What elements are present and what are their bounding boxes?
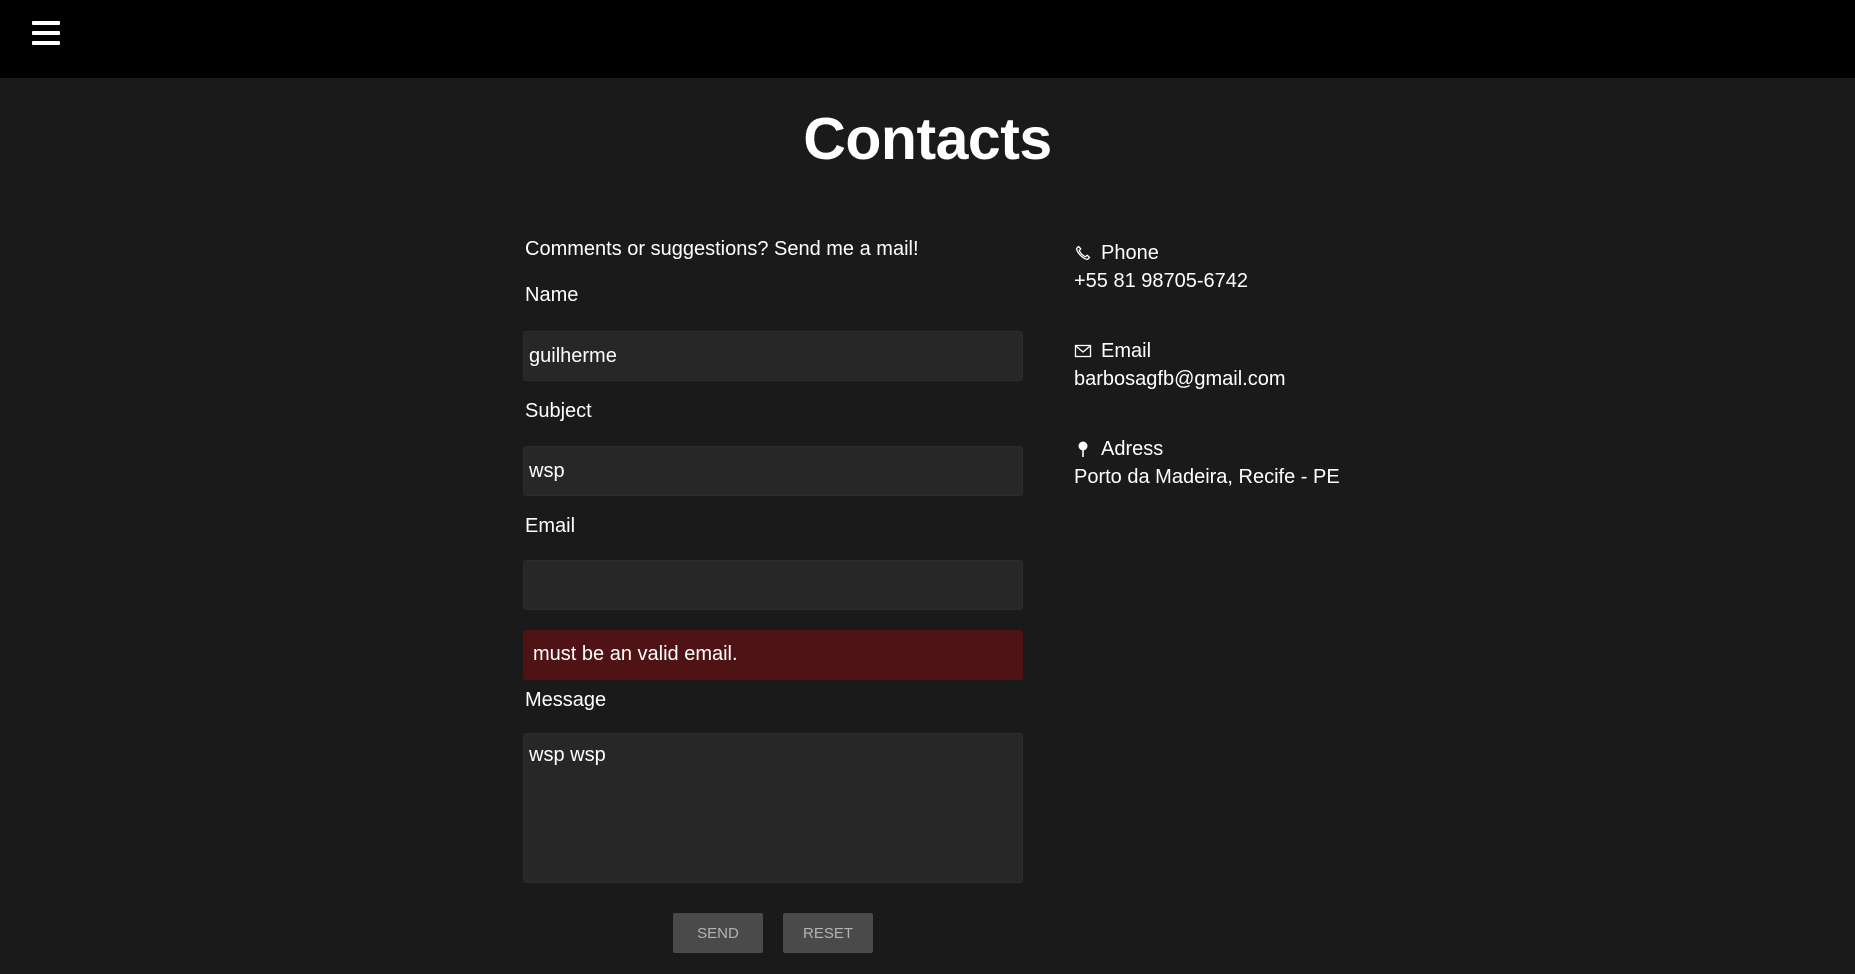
subject-label: Subject — [525, 400, 592, 422]
address-value: Porto da Madeira, Recife - PE — [1074, 466, 1340, 488]
address-block: Adress Porto da Madeira, Recife - PE — [1074, 436, 1340, 489]
hamburger-icon[interactable] — [30, 19, 62, 49]
page-title: Contacts — [803, 106, 1052, 172]
reset-button[interactable]: RESET — [783, 913, 873, 953]
email-block: Email barbosagfb@gmail.com — [1074, 338, 1286, 391]
email-info-label: Email — [1101, 339, 1152, 362]
map-pin-icon — [1078, 441, 1088, 457]
send-button[interactable]: SEND — [673, 913, 763, 953]
address-label: Adress — [1101, 437, 1164, 460]
subject-input[interactable] — [523, 446, 1023, 496]
top-bar — [0, 0, 1855, 78]
email-label: Email — [525, 515, 576, 537]
name-input[interactable] — [523, 331, 1023, 381]
form-intro: Comments or suggestions? Send me a mail! — [525, 238, 919, 260]
email-input[interactable] — [523, 560, 1023, 610]
name-label: Name — [525, 284, 579, 306]
envelope-icon — [1074, 344, 1092, 358]
phone-icon — [1075, 245, 1091, 261]
email-value: barbosagfb@gmail.com — [1074, 368, 1286, 390]
phone-label: Phone — [1101, 241, 1159, 264]
message-label: Message — [525, 689, 607, 711]
message-textarea[interactable]: wsp wsp — [523, 733, 1023, 883]
email-error-message: must be an valid email. — [523, 630, 1023, 680]
phone-block: Phone +55 81 98705-6742 — [1074, 240, 1248, 293]
phone-value: +55 81 98705-6742 — [1074, 270, 1249, 292]
